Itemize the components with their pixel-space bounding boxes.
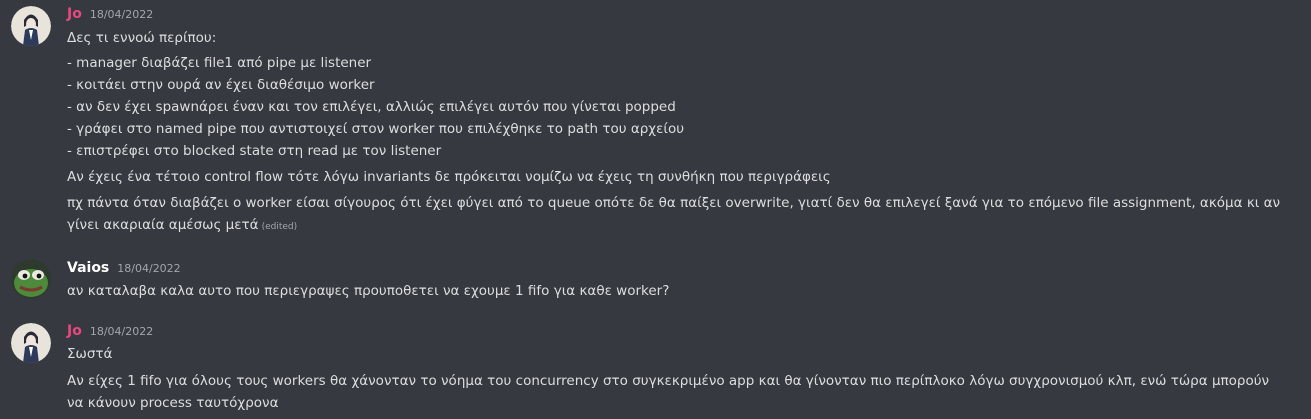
message-text: - γράφει στο named pipe που αντιστοιχεί …	[67, 121, 685, 137]
message-text: - αν δεν έχει spawnάρει έναν και τον επι…	[67, 99, 676, 115]
anime-character-avatar-icon	[11, 323, 51, 363]
message-text: Σωστά	[67, 346, 113, 362]
message-text: - manager διαβάζει file1 από pipe με lis…	[67, 55, 372, 71]
chat-messages: Jo 18/04/2022 Δες τι εννοώ περίπου: - ma…	[0, 0, 1311, 419]
username[interactable]: Jo	[67, 323, 82, 339]
message-text: αν καταλαβα καλα αυτο που περιεγραψες πρ…	[67, 283, 670, 299]
avatar[interactable]	[11, 6, 51, 46]
username[interactable]: Jo	[67, 6, 82, 22]
avatar[interactable]	[11, 323, 51, 363]
message-text: Αν έχεις ένα τέτοιο control flow τότε λό…	[67, 169, 831, 185]
frog-avatar-icon	[11, 259, 51, 299]
edited-label: (edited)	[261, 222, 298, 232]
message-header: Jo 18/04/2022	[67, 6, 153, 26]
message-header: Vaios 18/04/2022	[67, 260, 181, 280]
timestamp: 18/04/2022	[89, 8, 154, 21]
message-header: Jo 18/04/2022	[67, 323, 153, 343]
message-text: - κοιτάει στην ουρά αν έχει διαθέσιμο wo…	[67, 77, 375, 93]
message-text: Δες τι εννοώ περίπου:	[67, 30, 217, 46]
anime-character-avatar-icon	[11, 6, 51, 46]
message-text-multiline: πχ πάντα όταν διαβάζει ο worker είσαι σί…	[67, 192, 1281, 238]
message-text: πχ πάντα όταν διαβάζει ο worker είσαι σί…	[67, 195, 1281, 233]
timestamp: 18/04/2022	[117, 262, 181, 275]
timestamp: 18/04/2022	[89, 325, 154, 338]
message-text: Αν είχες 1 fifo για όλους τους workers θ…	[67, 373, 1270, 411]
message-text: - επιστρέφει στο blocked state στη read …	[67, 143, 442, 159]
username[interactable]: Vaios	[67, 260, 109, 276]
avatar[interactable]	[11, 259, 51, 299]
